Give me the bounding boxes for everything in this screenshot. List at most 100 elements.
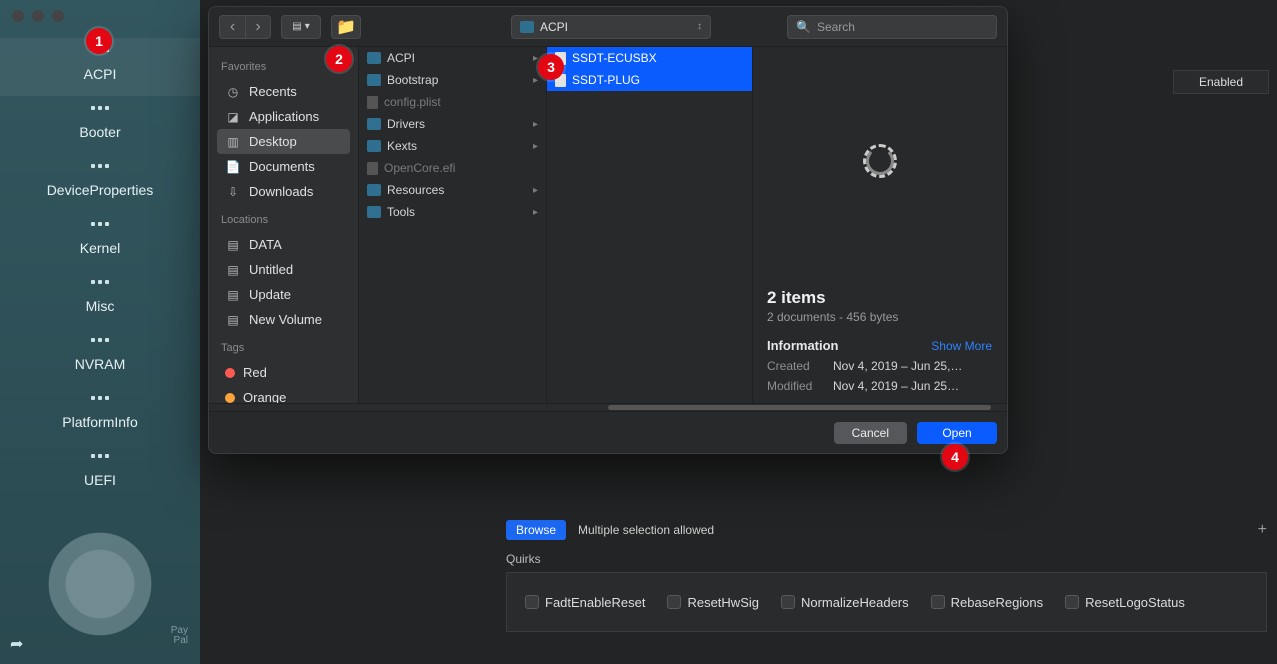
maximize-window-icon[interactable]	[52, 10, 64, 22]
category-icon	[89, 164, 111, 178]
sidebar-item-uefi[interactable]: UEFI	[0, 444, 200, 502]
quirk-fadtenablereset[interactable]: FadtEnableReset	[525, 595, 645, 610]
search-input[interactable]: 🔍 Search	[787, 15, 997, 39]
folder-icon	[367, 118, 381, 130]
list-item[interactable]: ACPI▸	[359, 47, 546, 69]
sidebar-label: PlatformInfo	[62, 414, 137, 430]
app-logo-icon	[40, 524, 160, 644]
paypal-link[interactable]: PayPal	[171, 626, 188, 646]
list-item[interactable]: Drivers▸	[359, 113, 546, 135]
favorites-desktop[interactable]: ▥Desktop	[217, 129, 350, 154]
show-more-link[interactable]: Show More	[931, 339, 992, 353]
category-icon	[89, 222, 111, 236]
list-item[interactable]: SSDT-ECUSBX	[547, 47, 752, 69]
favorites-recents[interactable]: ◷Recents	[217, 79, 350, 104]
forward-button[interactable]: ›	[245, 15, 271, 39]
list-item[interactable]: Resources▸	[359, 179, 546, 201]
checkbox-icon[interactable]	[781, 595, 795, 609]
favorites-downloads[interactable]: ⇩Downloads	[217, 179, 350, 204]
tag-red[interactable]: Red	[217, 360, 350, 385]
path-selector[interactable]: ACPI ↕	[511, 15, 711, 39]
quirk-rebaseregions[interactable]: RebaseRegions	[931, 595, 1044, 610]
tag-orange[interactable]: Orange	[217, 385, 350, 403]
favorites-documents[interactable]: 📄Documents	[217, 154, 350, 179]
share-icon[interactable]: ➦	[10, 634, 23, 654]
favorites-applications[interactable]: ◪Applications	[217, 104, 350, 129]
sidebar-item-kernel[interactable]: Kernel	[0, 212, 200, 270]
list-item[interactable]: Bootstrap▸	[359, 69, 546, 91]
view-mode-selector[interactable]: ▤▾	[281, 15, 321, 39]
category-icon	[89, 280, 111, 294]
category-icon	[89, 338, 111, 352]
location-untitled[interactable]: ▤Untitled	[217, 257, 350, 282]
browse-button[interactable]: Browse	[506, 520, 566, 540]
quirks-panel: FadtEnableReset ResetHwSig NormalizeHead…	[506, 572, 1267, 632]
sidebar-item-misc[interactable]: Misc	[0, 270, 200, 328]
sidebar-label: Misc	[86, 298, 115, 314]
list-item[interactable]: Kexts▸	[359, 135, 546, 157]
open-button[interactable]: Open	[917, 422, 997, 444]
disk-icon: ▤	[225, 313, 241, 327]
category-icon	[89, 106, 111, 120]
back-button[interactable]: ‹	[219, 15, 245, 39]
sidebar-item-deviceproperties[interactable]: DeviceProperties	[0, 154, 200, 212]
sidebar-item-booter[interactable]: Booter	[0, 96, 200, 154]
dialog-toolbar: ‹ › ▤▾ 📁 ACPI ↕ 🔍 Search	[209, 7, 1007, 47]
sidebar-label: UEFI	[84, 472, 116, 488]
file-icon	[367, 96, 378, 109]
chevron-down-icon: ▾	[305, 21, 310, 32]
callout-4: 4	[942, 444, 968, 470]
kv-value: Nov 4, 2019 – Jun 25…	[833, 379, 992, 393]
list-item[interactable]: config.plist	[359, 91, 546, 113]
columns-view: ACPI▸ Bootstrap▸ config.plist Drivers▸ K…	[359, 47, 1007, 403]
quirks-title: Quirks	[506, 552, 541, 566]
list-item[interactable]: SSDT-PLUG	[547, 69, 752, 91]
list-item[interactable]: Tools▸	[359, 201, 546, 223]
quirk-normalizeheaders[interactable]: NormalizeHeaders	[781, 595, 909, 610]
scrollbar[interactable]	[209, 403, 1007, 411]
group-button[interactable]: 📁	[331, 15, 361, 39]
location-newvolume[interactable]: ▤New Volume	[217, 307, 350, 332]
sidebar-item-nvram[interactable]: NVRAM	[0, 328, 200, 386]
callout-1: 1	[86, 28, 112, 54]
sidebar-label: ACPI	[84, 66, 117, 82]
category-icon	[89, 396, 111, 410]
disk-icon: ▤	[225, 263, 241, 277]
folder-icon	[367, 184, 381, 196]
updown-icon: ↕	[697, 21, 702, 32]
checkbox-icon[interactable]	[931, 595, 945, 609]
columns-icon: ▤	[292, 21, 301, 32]
category-icon	[89, 454, 111, 468]
preview-title: 2 items	[767, 288, 992, 308]
checkbox-icon[interactable]	[667, 595, 681, 609]
tag-dot-icon	[225, 368, 235, 378]
close-window-icon[interactable]	[12, 10, 24, 22]
kv-key: Created	[767, 359, 823, 373]
add-icon[interactable]: +	[1258, 521, 1267, 539]
locations-header: Locations	[221, 214, 346, 226]
chevron-right-icon: ▸	[533, 207, 538, 218]
sidebar-label: Kernel	[80, 240, 120, 256]
sidebar-label: Booter	[79, 124, 120, 140]
minimize-window-icon[interactable]	[32, 10, 44, 22]
scroll-thumb[interactable]	[608, 405, 991, 410]
quirk-resetlogostatus[interactable]: ResetLogoStatus	[1065, 595, 1185, 610]
location-update[interactable]: ▤Update	[217, 282, 350, 307]
chevron-right-icon: ▸	[533, 75, 538, 86]
preview-info: 2 items 2 documents - 456 bytes Informat…	[767, 288, 992, 393]
checkbox-icon[interactable]	[1065, 595, 1079, 609]
list-item[interactable]: OpenCore.efi	[359, 157, 546, 179]
open-dialog: ‹ › ▤▾ 📁 ACPI ↕ 🔍 Search Favorites ◷Rece…	[208, 6, 1008, 454]
quirk-resethwsig[interactable]: ResetHwSig	[667, 595, 759, 610]
column-2: SSDT-ECUSBX SSDT-PLUG	[547, 47, 753, 403]
download-icon: ⇩	[225, 185, 241, 199]
column-header-enabled[interactable]: Enabled	[1173, 70, 1269, 94]
cancel-button[interactable]: Cancel	[834, 422, 907, 444]
sidebar-item-platforminfo[interactable]: PlatformInfo	[0, 386, 200, 444]
checkbox-icon[interactable]	[525, 595, 539, 609]
location-data[interactable]: ▤DATA	[217, 232, 350, 257]
tag-dot-icon	[225, 393, 235, 403]
sidebar-label: NVRAM	[75, 356, 126, 372]
callout-3: 3	[538, 54, 564, 80]
preview-column: 2 items 2 documents - 456 bytes Informat…	[753, 47, 1007, 403]
